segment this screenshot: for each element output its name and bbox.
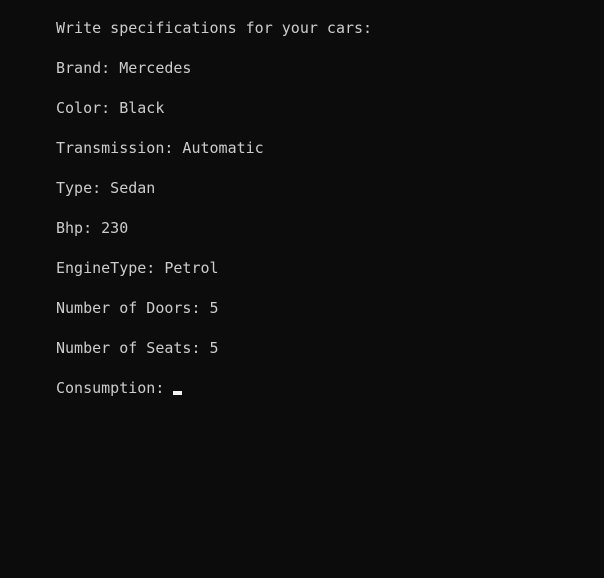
console-line-brand: Brand: Mercedes: [56, 59, 192, 77]
console-input-label: Consumption:: [56, 379, 165, 397]
console-prompt: Write specifications for your cars:: [56, 19, 373, 37]
console-line-type: Type: Sedan: [56, 179, 156, 197]
console-line-seats: Number of Seats: 5: [56, 339, 219, 357]
console-line-doors: Number of Doors: 5: [56, 299, 219, 317]
console-line-bhp: Bhp: 230: [56, 219, 129, 237]
console-line-engine-type: EngineType: Petrol: [56, 259, 219, 277]
console-input-line[interactable]: Consumption:: [56, 378, 183, 398]
console-window[interactable]: Write specifications for your cars: Bran…: [0, 0, 604, 578]
text-cursor: [173, 391, 183, 395]
console-line-transmission: Transmission: Automatic: [56, 139, 264, 157]
console-line-color: Color: Black: [56, 99, 165, 117]
